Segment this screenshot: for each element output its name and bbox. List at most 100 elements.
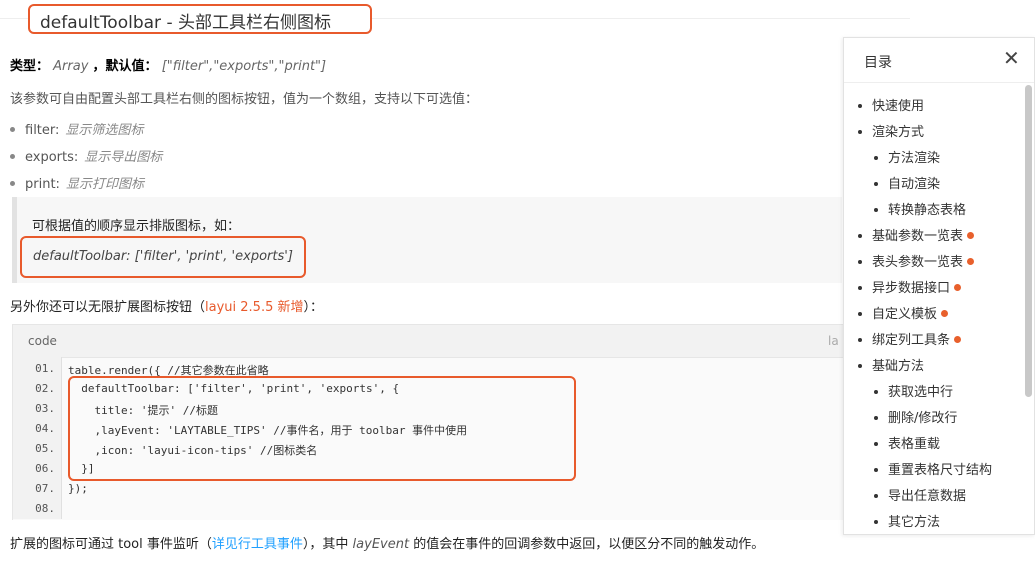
bullet-icon xyxy=(858,103,862,108)
toc-item-label: 快速使用 xyxy=(872,99,925,114)
bullet-icon xyxy=(10,154,15,159)
quote-text: 可根据值的顺序显示排版图标，如： xyxy=(32,219,241,234)
option-key: filter: xyxy=(25,123,60,138)
toc-item-label: 表头参数一览表 xyxy=(872,255,964,270)
toc-item[interactable]: 表格重载 xyxy=(874,433,940,452)
section-title: defaultToolbar - 头部工具栏右侧图标 xyxy=(40,13,331,33)
toc-item[interactable]: 绑定列工具条 xyxy=(858,329,962,348)
option-desc: 显示打印图标 xyxy=(65,177,144,192)
option-item: filter: 显示筛选图标 xyxy=(10,119,143,138)
new-dot-icon xyxy=(967,232,975,239)
bullet-icon xyxy=(858,337,862,342)
type-line: 类型： Array ，默认值： ["filter","exports","pri… xyxy=(10,55,326,74)
toc-item[interactable]: 重置表格尺寸结构 xyxy=(874,459,992,478)
bullet-icon xyxy=(858,285,862,290)
toc-item[interactable]: 异步数据接口 xyxy=(858,277,962,296)
new-dot-icon xyxy=(954,336,962,343)
code-lang: la xyxy=(828,334,839,348)
bullet-icon xyxy=(874,441,878,446)
toc-item[interactable]: 基础参数一览表 xyxy=(858,225,975,244)
toc-item-label: 删除/修改行 xyxy=(888,411,958,426)
line-number: 07. xyxy=(35,482,55,495)
type-label: 类型： xyxy=(10,59,50,74)
option-key: exports: xyxy=(25,150,79,165)
toc-item-label: 基础参数一览表 xyxy=(872,229,964,244)
toc-scrollbar[interactable] xyxy=(1025,85,1032,397)
toc-item-label: 绑定列工具条 xyxy=(872,333,951,348)
toc-item-label: 异步数据接口 xyxy=(872,281,951,296)
toc-item[interactable]: 快速使用 xyxy=(858,95,924,114)
line-number: 03. xyxy=(35,402,55,415)
version-tag: layui 2.5.5 新增 xyxy=(205,300,304,315)
code-highlight-box xyxy=(68,376,576,481)
toc-item[interactable]: 其它方法 xyxy=(874,511,940,530)
toc-item[interactable]: 自定义模板 xyxy=(858,303,949,322)
line-number: 02. xyxy=(35,382,55,395)
option-item: print: 显示打印图标 xyxy=(10,173,144,192)
code-line: }); xyxy=(68,482,88,495)
tool-event-link[interactable]: 详见行工具事件 xyxy=(212,537,303,552)
toc-item[interactable]: 表头参数一览表 xyxy=(858,251,975,270)
toc-item-label: 表格重载 xyxy=(888,437,941,452)
new-dot-icon xyxy=(967,258,975,265)
bullet-icon xyxy=(874,493,878,498)
close-icon[interactable]: ✕ xyxy=(1003,48,1020,68)
line-number: 04. xyxy=(35,422,55,435)
option-key: print: xyxy=(25,177,60,192)
toc-item[interactable]: 方法渲染 xyxy=(874,147,940,166)
toc-item[interactable]: 获取选中行 xyxy=(874,381,953,400)
bullet-icon xyxy=(858,129,862,134)
toc-item-label: 方法渲染 xyxy=(888,151,941,166)
event-italic: layEvent xyxy=(352,537,410,552)
line-number: 05. xyxy=(35,442,55,455)
new-dot-icon xyxy=(941,310,949,317)
toc-item-label: 转换静态表格 xyxy=(888,203,967,218)
bullet-icon xyxy=(858,311,862,316)
event-middle: ），其中 xyxy=(302,537,353,552)
extend-suffix: ）： xyxy=(303,300,323,315)
bullet-icon xyxy=(858,233,862,238)
line-number: 01. xyxy=(35,362,55,375)
toc-item[interactable]: 导出任意数据 xyxy=(874,485,966,504)
bullet-icon xyxy=(874,155,878,160)
code-header: code xyxy=(28,334,57,348)
toc-item-label: 自动渲染 xyxy=(888,177,941,192)
quote-code: defaultToolbar: ['filter', 'print', 'exp… xyxy=(33,249,293,264)
new-dot-icon xyxy=(954,284,962,291)
toc-item-label: 其它方法 xyxy=(888,515,941,530)
line-number: 08. xyxy=(35,502,55,515)
description: 该参数可自由配置头部工具栏右侧的图标按钮，值为一个数组，支持以下可选值： xyxy=(10,92,479,107)
toc-item[interactable]: 自动渲染 xyxy=(874,173,940,192)
bullet-icon xyxy=(10,127,15,132)
toc-item[interactable]: 渲染方式 xyxy=(858,121,924,140)
option-desc: 显示筛选图标 xyxy=(65,123,144,138)
bullet-icon xyxy=(858,259,862,264)
bullet-icon xyxy=(874,389,878,394)
event-suffix: 的值会在事件的回调参数中返回，以便区分不同的触发动作。 xyxy=(409,537,765,552)
toc-item-label: 获取选中行 xyxy=(888,385,954,400)
toc-item-label: 重置表格尺寸结构 xyxy=(888,463,993,478)
bullet-icon xyxy=(874,415,878,420)
bullet-icon xyxy=(874,467,878,472)
toc-title: 目录 xyxy=(864,55,892,71)
default-value: ["filter","exports","print"] xyxy=(161,59,327,74)
option-item: exports: 显示导出图标 xyxy=(10,146,162,165)
default-label: ，默认值： xyxy=(92,59,158,74)
bullet-icon xyxy=(10,181,15,186)
toc-item-label: 基础方法 xyxy=(872,359,925,374)
toc-item-label: 渲染方式 xyxy=(872,125,925,140)
bullet-icon xyxy=(874,207,878,212)
toc-item[interactable]: 删除/修改行 xyxy=(874,407,957,426)
type-value: Array xyxy=(53,59,89,74)
line-number: 06. xyxy=(35,462,55,475)
toc-divider xyxy=(844,82,1034,83)
toc-item[interactable]: 基础方法 xyxy=(858,355,924,374)
extend-note: 另外你还可以无限扩展图标按钮（layui 2.5.5 新增）： xyxy=(10,296,323,315)
event-prefix: 扩展的图标可通过 tool 事件监听（ xyxy=(10,537,212,552)
toc-item[interactable]: 转换静态表格 xyxy=(874,199,966,218)
bullet-icon xyxy=(874,181,878,186)
event-note: 扩展的图标可通过 tool 事件监听（详见行工具事件），其中 layEvent … xyxy=(10,533,764,552)
bullet-icon xyxy=(858,363,862,368)
extend-prefix: 另外你还可以无限扩展图标按钮（ xyxy=(10,300,206,315)
toc-item-label: 自定义模板 xyxy=(872,307,938,322)
